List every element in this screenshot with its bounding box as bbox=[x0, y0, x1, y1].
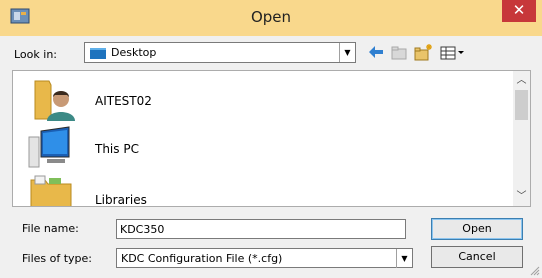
libraries-folder-icon bbox=[30, 175, 72, 206]
cancel-button[interactable]: Cancel bbox=[431, 246, 523, 268]
title-bar[interactable]: Open ✕ bbox=[0, 0, 542, 36]
user-folder-icon bbox=[34, 80, 75, 121]
chevron-down-icon[interactable]: ▼ bbox=[339, 43, 355, 62]
file-type-value: KDC Configuration File (*.cfg) bbox=[121, 252, 283, 265]
open-button[interactable]: Open bbox=[431, 218, 523, 240]
look-in-combo[interactable]: Desktop ▼ bbox=[84, 42, 356, 63]
back-arrow-icon[interactable] bbox=[367, 42, 385, 62]
computer-icon bbox=[28, 126, 70, 168]
look-in-value: Desktop bbox=[111, 46, 157, 59]
file-name-field-label: File name: bbox=[22, 222, 79, 235]
file-name-input[interactable] bbox=[116, 219, 406, 239]
scroll-thumb[interactable] bbox=[515, 90, 528, 120]
file-name-label: Libraries bbox=[95, 193, 147, 207]
list-item[interactable]: This PC bbox=[27, 123, 487, 171]
file-type-combo[interactable]: KDC Configuration File (*.cfg) ▼ bbox=[116, 248, 413, 268]
view-menu-icon[interactable] bbox=[440, 42, 466, 62]
file-type-field-label: Files of type: bbox=[22, 252, 93, 265]
close-button[interactable]: ✕ bbox=[502, 0, 536, 22]
resize-grip-icon[interactable] bbox=[530, 266, 540, 276]
file-list[interactable]: AITEST02 This PC Libraries ︿ ﹀ bbox=[12, 70, 531, 207]
list-item[interactable]: Libraries bbox=[27, 174, 487, 207]
window-title: Open bbox=[250, 8, 292, 26]
chevron-down-icon[interactable]: ▼ bbox=[396, 249, 412, 268]
desktop-folder-icon bbox=[90, 48, 106, 59]
look-in-label: Look in: bbox=[14, 48, 57, 61]
up-folder-icon[interactable] bbox=[390, 42, 408, 62]
open-dialog: Open ✕ Look in: Desktop ▼ AITEST02 This … bbox=[0, 0, 542, 278]
file-name-label: AITEST02 bbox=[95, 94, 152, 108]
vertical-scrollbar[interactable]: ︿ ﹀ bbox=[513, 71, 530, 206]
new-folder-icon[interactable] bbox=[414, 42, 434, 62]
file-name-label: This PC bbox=[95, 142, 139, 156]
scroll-down-icon[interactable]: ﹀ bbox=[513, 189, 530, 206]
list-item[interactable]: AITEST02 bbox=[27, 75, 487, 123]
scroll-up-icon[interactable]: ︿ bbox=[513, 71, 530, 88]
